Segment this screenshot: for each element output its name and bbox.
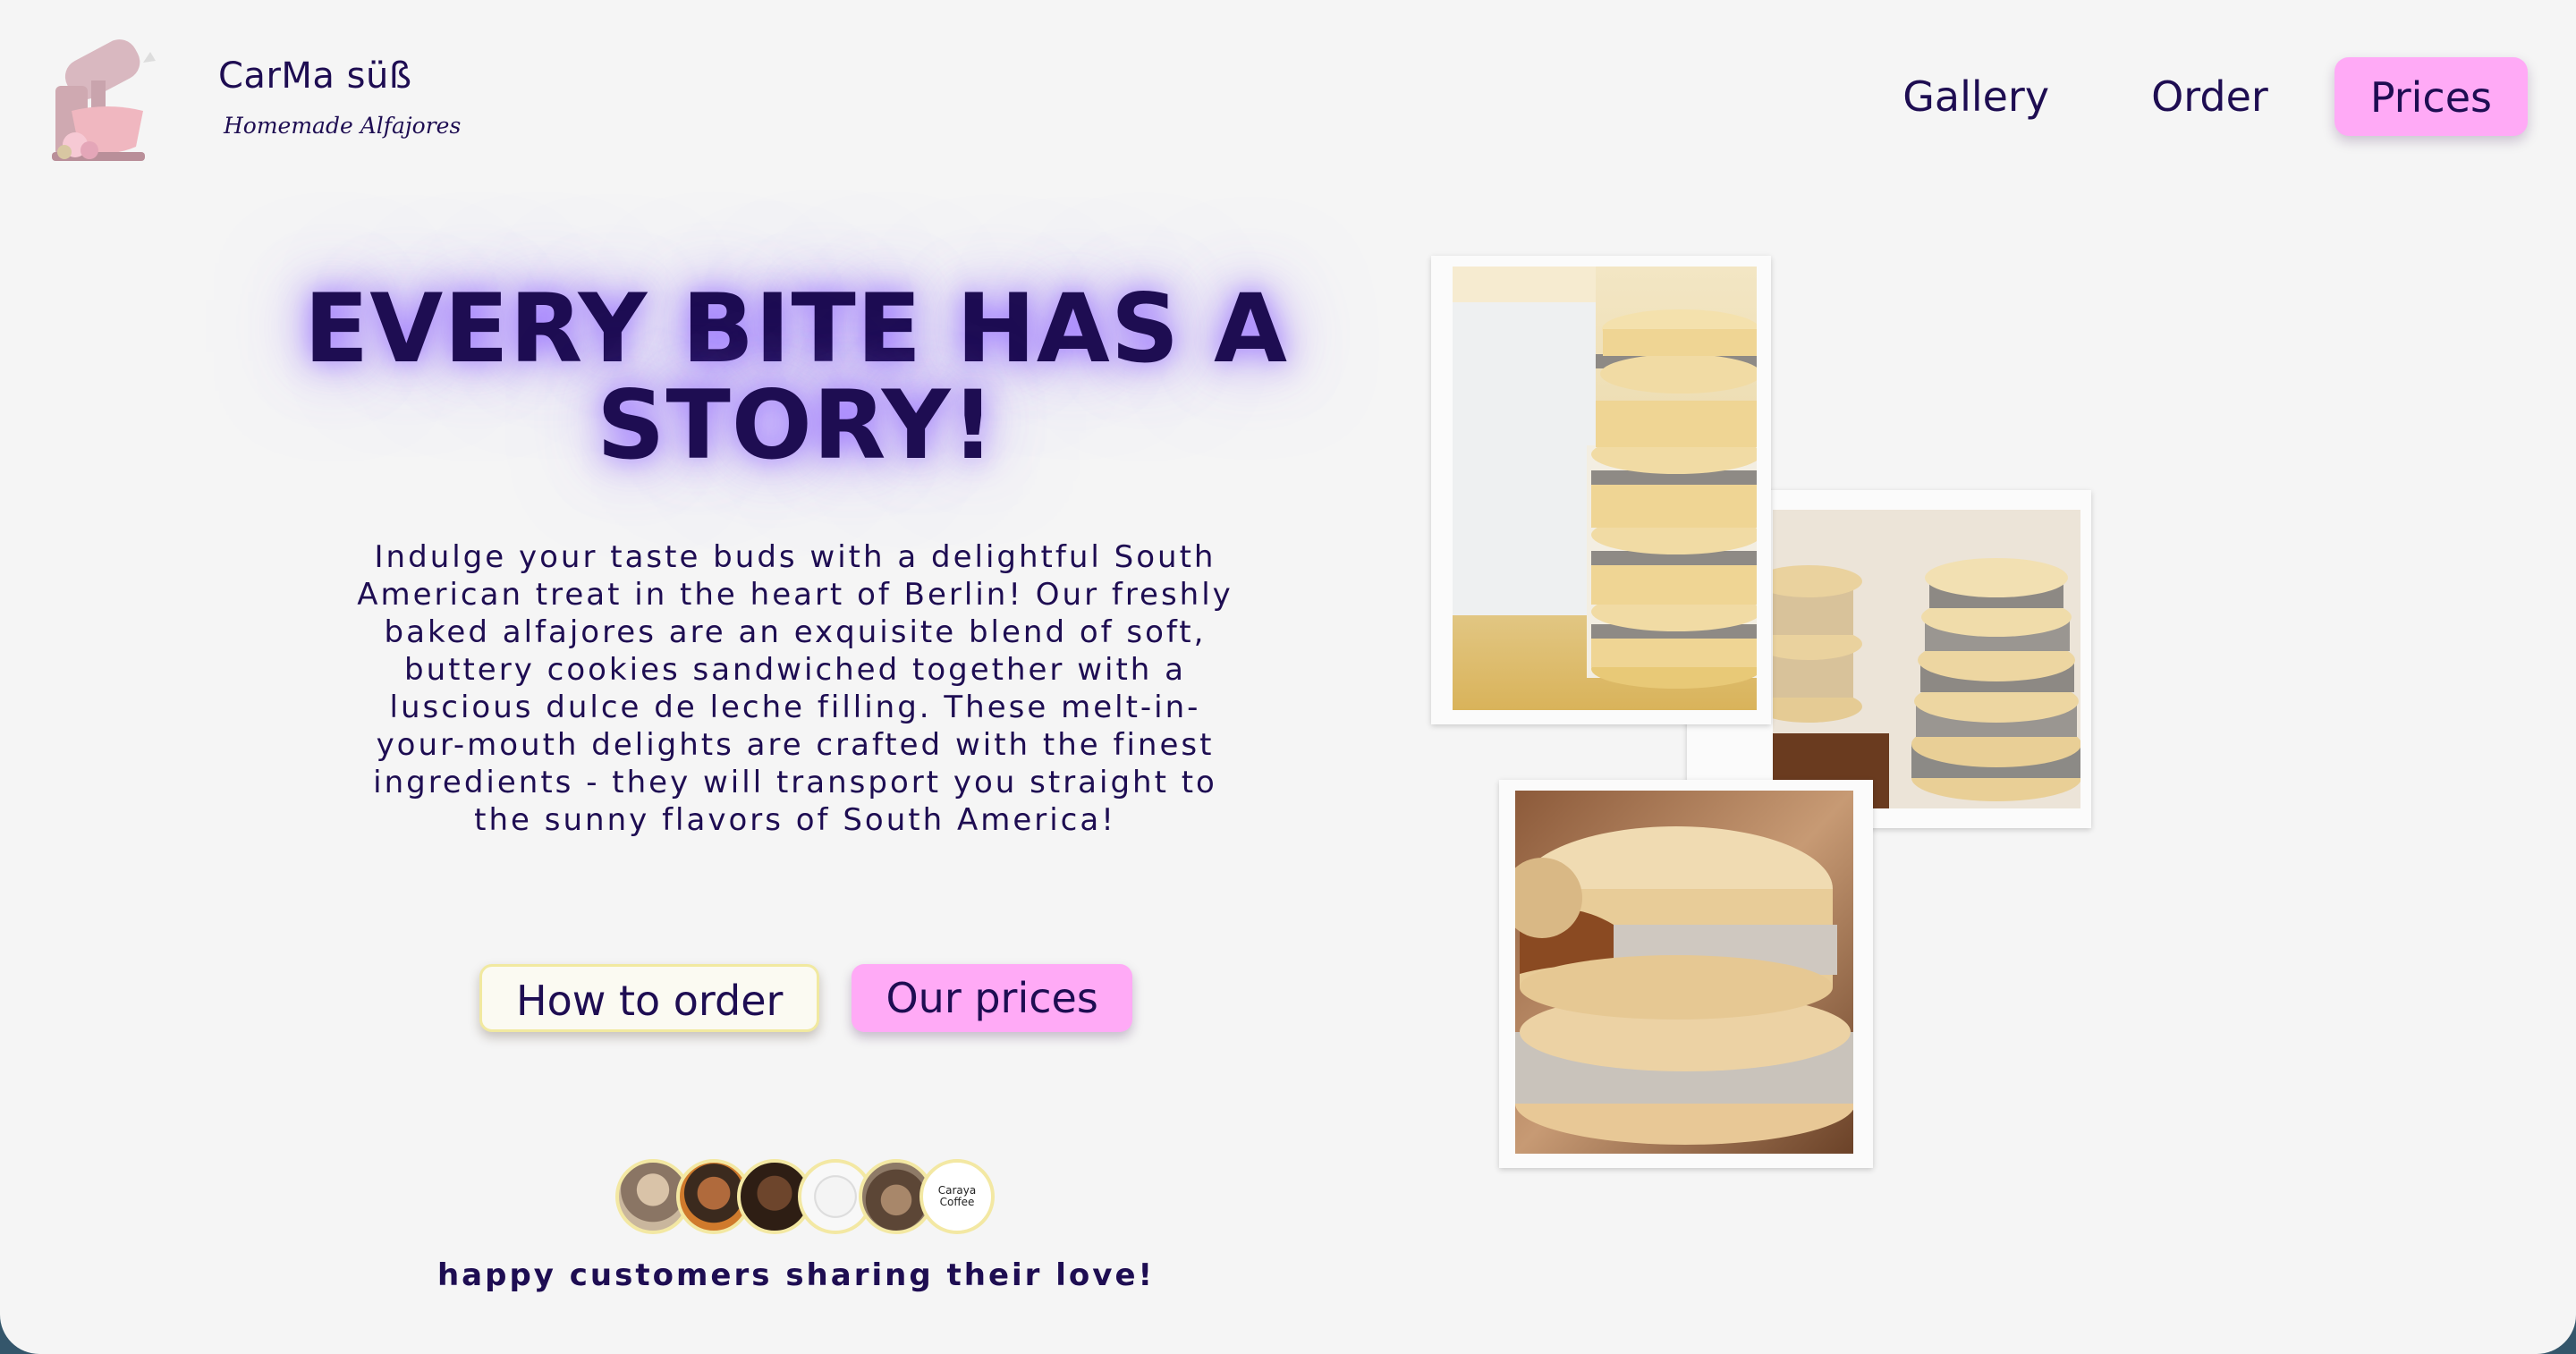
our-prices-button[interactable]: Our prices [852,964,1132,1032]
brand-text: CarMa süß Homemade Alfajores [218,55,461,139]
customer-avatars: Caraya Coffee [615,1159,995,1234]
hero-title-line-2: STORY! [597,370,996,480]
hero-description: Indulge your taste buds with a delightfu… [357,539,1233,838]
alfajores-stack-image [1773,510,2080,808]
stand-mixer-icon [52,39,156,161]
customer-avatar-label: Caraya Coffee [937,1184,977,1208]
main-nav: Gallery Order Prices [1867,57,2528,136]
cta-row: How to order Our prices [479,964,1132,1032]
hero-title: EVERY BITE HAS A STORY! [295,281,1297,474]
alfajores-photo-2-image [1773,510,2080,808]
alfajores-photo-3 [1499,780,1873,1168]
nav-gallery-link[interactable]: Gallery [1867,60,2085,133]
page: CarMa süß Homemade Alfajores Gallery Ord… [0,0,2576,1354]
how-to-order-button[interactable]: How to order [479,964,820,1032]
customers-caption: happy customers sharing their love! [436,1257,1156,1293]
brand-tagline: Homemade Alfajores [224,113,462,139]
alfajores-photo-1 [1431,256,1771,724]
alfajores-photo-1-image [1453,267,1757,710]
nav-order-link[interactable]: Order [2115,60,2304,133]
customer-avatar: Caraya Coffee [919,1159,995,1234]
alfajores-photo-3-image [1515,791,1853,1154]
brand[interactable]: CarMa süß Homemade Alfajores [45,34,461,166]
brand-name: CarMa süß [218,55,412,97]
alfajores-tower-image [1453,267,1757,710]
hero-title-line-1: EVERY BITE HAS A [303,274,1289,384]
nav-prices-button[interactable]: Prices [2334,57,2528,136]
alfajor-bite-image [1515,791,1853,1154]
